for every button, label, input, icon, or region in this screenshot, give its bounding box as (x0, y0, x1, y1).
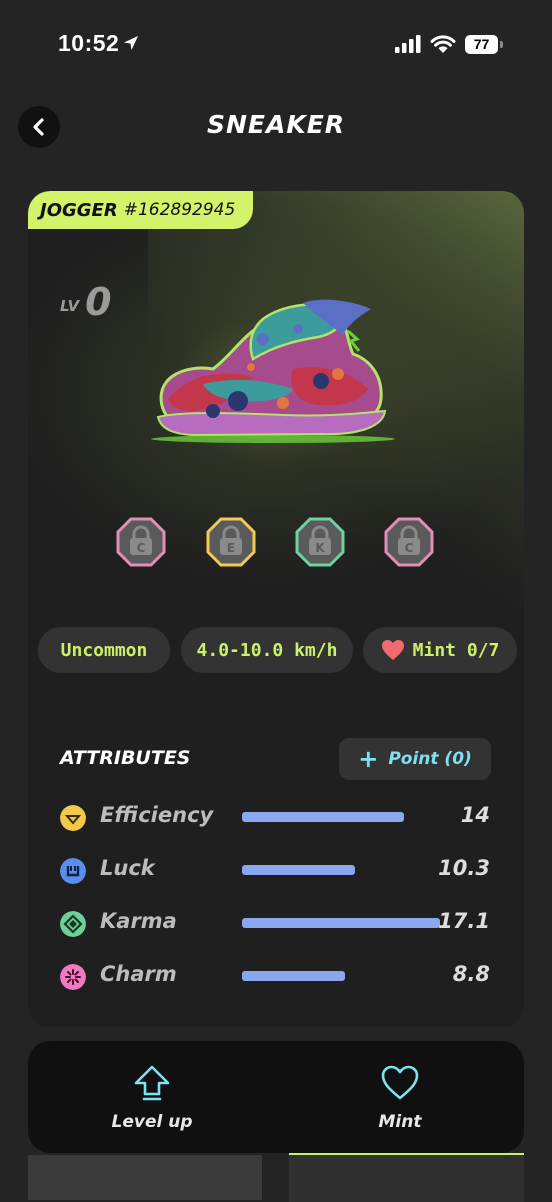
sneaker-type: JOGGER (40, 199, 118, 221)
mint-count-badge: Mint 0/7 (363, 627, 517, 673)
luck-icon (60, 858, 86, 884)
attribute-name: Karma (100, 909, 177, 933)
attribute-name: Luck (100, 856, 155, 880)
attribute-value: 8.8 (452, 962, 490, 986)
mint-button[interactable]: Mint (276, 1041, 524, 1153)
level-value: 0 (85, 280, 112, 324)
efficiency-icon (60, 805, 86, 831)
sneaker-level: LV 0 (60, 280, 112, 324)
bottom-card-left (28, 1155, 262, 1200)
attribute-name: Charm (100, 962, 177, 986)
sneaker-image (151, 299, 395, 443)
socket-letter: C (137, 541, 146, 555)
battery-indicator: 77 (465, 35, 503, 54)
socket-letter: C (405, 541, 414, 555)
socket-lock-icon[interactable]: C (384, 517, 434, 567)
attribute-value: 10.3 (438, 856, 490, 880)
attribute-value: 14 (460, 803, 490, 827)
add-point-button[interactable]: + Point (0) (339, 738, 491, 780)
heart-icon (381, 640, 404, 660)
attribute-bar (242, 812, 404, 822)
sneaker-id: #162892945 (123, 200, 236, 220)
attribute-row-luck: Luck 10.3 (60, 852, 490, 888)
battery-cap (500, 41, 503, 48)
page-title: SNEAKER (206, 110, 346, 139)
rarity-badge: Uncommon (38, 627, 170, 673)
karma-icon (60, 911, 86, 937)
attribute-row-charm: Charm 8.8 (60, 958, 490, 994)
socket-lock-icon[interactable]: E (206, 517, 256, 567)
attributes-heading: ATTRIBUTES (60, 747, 191, 769)
speed-range-badge: 4.0-10.0 km/h (181, 627, 353, 673)
mint-count: Mint 0/7 (412, 639, 500, 661)
mint-label: Mint (378, 1112, 422, 1132)
bottom-action-bar: Level up Mint (28, 1041, 524, 1153)
socket-letter: E (227, 541, 235, 555)
attribute-value: 17.1 (438, 909, 490, 933)
sneaker-card: JOGGER #162892945 LV 0 C E K C Uncommon … (28, 191, 524, 1027)
attribute-bar (242, 918, 440, 928)
level-up-label: Level up (111, 1112, 193, 1132)
attribute-row-efficiency: Efficiency 14 (60, 799, 490, 835)
level-label: LV (60, 297, 80, 315)
socket-lock-icon[interactable]: K (295, 517, 345, 567)
sneaker-type-tag: JOGGER #162892945 (28, 191, 254, 229)
location-arrow-icon (124, 36, 138, 50)
status-time: 10:52 (58, 30, 120, 56)
battery-level: 77 (473, 36, 490, 52)
wifi-icon (430, 35, 456, 53)
cellular-signal-icon (395, 35, 421, 53)
level-up-button[interactable]: Level up (28, 1041, 276, 1153)
attribute-row-karma: Karma 17.1 (60, 905, 490, 941)
plus-icon: + (358, 745, 379, 773)
heart-outline-icon (381, 1065, 419, 1100)
add-point-label: Point (0) (388, 749, 472, 769)
arrow-up-icon (134, 1065, 170, 1101)
status-bar: 10:52 77 (0, 0, 552, 90)
charm-icon (60, 964, 86, 990)
attribute-bar (242, 971, 345, 981)
attribute-name: Efficiency (100, 803, 214, 827)
attribute-bar (242, 865, 355, 875)
socket-letter: K (315, 541, 325, 555)
socket-lock-icon[interactable]: C (116, 517, 166, 567)
bottom-card-right (289, 1153, 524, 1202)
